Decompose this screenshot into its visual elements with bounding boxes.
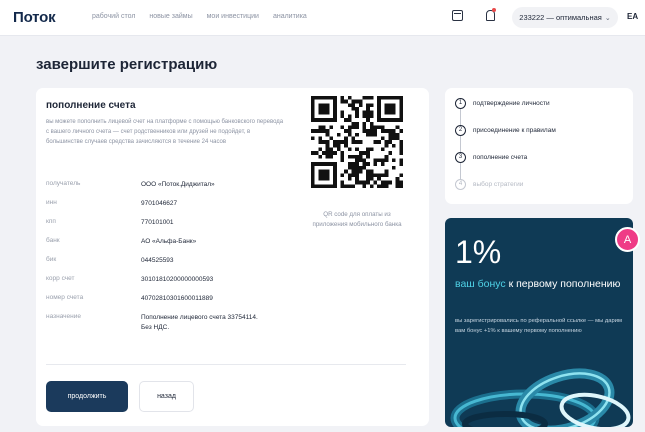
referral-bonus-card: 1% ваш бонус к первому пополнению вы зар…	[445, 218, 633, 427]
step-number: 4	[455, 178, 466, 190]
bonus-text: вы зарегистрировались по реферальной ссы…	[455, 318, 622, 334]
detail-value: 770101001	[141, 219, 174, 226]
step-identity: 1 подтверждение личности	[455, 97, 550, 109]
account-label: 233222 — оптимальная	[519, 13, 602, 22]
logo[interactable]: Поток	[13, 9, 56, 26]
bonus-percent: 1%	[455, 234, 502, 270]
nav-my-investments[interactable]: мои инвестиции	[207, 13, 259, 20]
detail-label: корр счет	[46, 275, 75, 282]
notification-dot	[492, 8, 496, 12]
step-label: подтверждение личности	[473, 99, 550, 107]
detail-value: АО «Альфа-Банк»	[141, 238, 197, 245]
account-selector[interactable]: 233222 — оптимальная ⌄	[512, 7, 618, 28]
detail-label: номер счета	[46, 294, 84, 301]
detail-label: бик	[46, 256, 57, 263]
step-label: присоединение к правилам	[473, 126, 556, 134]
card-title: пополнение счета	[46, 100, 136, 111]
qr-caption: QR code для оплаты из приложения мобильн…	[312, 211, 402, 228]
step-label: пополнение счета	[473, 153, 528, 161]
detail-label: назначение	[46, 313, 82, 320]
payment-qr-code	[311, 96, 403, 188]
detail-value: 044525593	[141, 257, 174, 264]
registration-steps: 1 подтверждение личности 2 присоединение…	[445, 88, 633, 204]
nav-new-loans[interactable]: новые займы	[149, 13, 192, 20]
detail-label: получатель	[46, 180, 81, 187]
chat-avatar-button[interactable]: A	[615, 227, 640, 252]
detail-value: 40702810301600011889	[141, 295, 213, 302]
bonus-headline: ваш бонус к первому пополнению	[455, 278, 625, 291]
decorative-rings-illustration	[450, 368, 631, 427]
main-nav: рабочий стол новые займы мои инвестиции …	[92, 13, 307, 20]
funding-card: пополнение счета вы можете пополнить лиц…	[36, 88, 429, 426]
continue-button[interactable]: продолжить	[46, 381, 128, 412]
step-number: 3	[455, 151, 466, 163]
nav-dashboard[interactable]: рабочий стол	[92, 13, 135, 20]
calendar-icon[interactable]	[452, 10, 463, 21]
divider	[46, 364, 406, 365]
step-label: выбор стратегии	[473, 180, 524, 188]
nav-analytics[interactable]: аналитика	[273, 13, 307, 20]
detail-value: ООО «Поток.Диджитал»	[141, 181, 215, 188]
detail-label: кпп	[46, 218, 56, 225]
user-menu[interactable]: EA	[627, 12, 638, 21]
detail-label: инн	[46, 199, 57, 206]
page-title: завершите регистрацию	[36, 56, 218, 73]
step-rules: 2 присоединение к правилам	[455, 124, 556, 136]
bonus-headline-rest: к первому пополнению	[505, 278, 621, 290]
step-number: 2	[455, 124, 466, 136]
detail-value: 9701046627	[141, 200, 178, 207]
step-number: 1	[455, 97, 466, 109]
step-strategy: 4 выбор стратегии	[455, 178, 523, 190]
back-button[interactable]: назад	[139, 381, 194, 412]
bonus-accent: ваш бонус	[455, 278, 506, 290]
detail-value: 30101810200000000593	[141, 276, 214, 283]
step-funding: 3 пополнение счета	[455, 151, 527, 163]
detail-value: Пополнение лицевого счета 33754114. Без …	[141, 314, 258, 331]
detail-label: банк	[46, 237, 60, 244]
top-nav-bar: Поток рабочий стол новые займы мои инвес…	[0, 0, 645, 36]
card-description: вы можете пополнить лицевой счет на плат…	[46, 119, 284, 145]
chevron-down-icon: ⌄	[604, 14, 611, 22]
